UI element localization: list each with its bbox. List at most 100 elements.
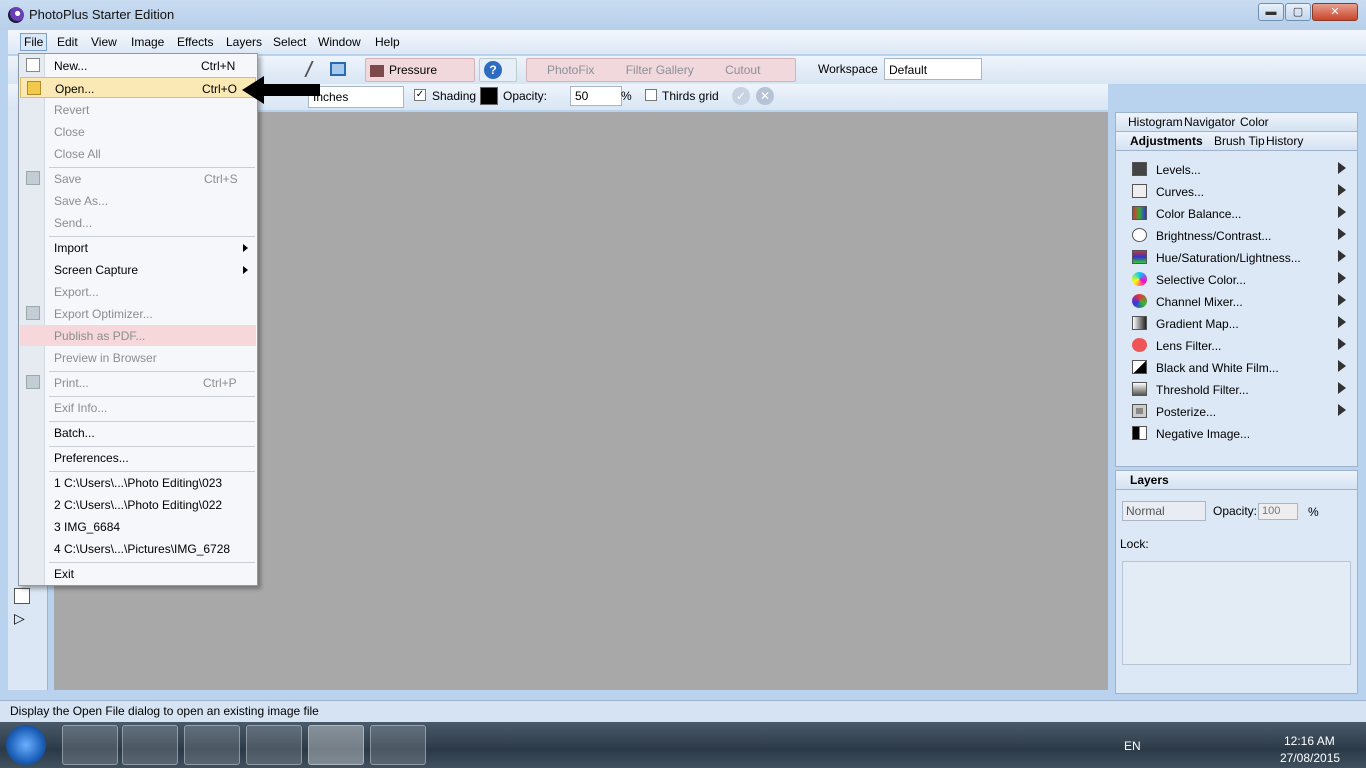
tab-navigator[interactable]: Navigator (1184, 115, 1235, 129)
pressure-studio-button[interactable]: Pressure Studio (365, 58, 475, 99)
menu-item-open[interactable]: Open... Ctrl+O (20, 77, 256, 98)
menu-help[interactable]: Help (372, 34, 403, 50)
close-window-button[interactable]: ✕ (1312, 3, 1358, 21)
menu-item-revert[interactable]: Revert (20, 99, 256, 120)
menu-item-send[interactable]: Send... (20, 212, 256, 233)
menu-image[interactable]: Image (128, 34, 167, 50)
clock-date[interactable]: 27/08/2015 (1280, 751, 1340, 765)
shading-color-swatch[interactable] (480, 87, 498, 105)
shading-checkbox[interactable]: ✓ (414, 89, 426, 101)
menu-view[interactable]: View (88, 34, 120, 50)
add-adjustment-arrow-icon[interactable] (1338, 162, 1346, 174)
add-adjustment-arrow-icon[interactable] (1338, 250, 1346, 262)
menu-item-exif-info[interactable]: Exif Info... (20, 397, 256, 418)
units-select[interactable]: Inches (308, 86, 404, 108)
adjustment-brightness-contrast[interactable]: Brightness/Contrast... (1122, 225, 1350, 247)
menu-select[interactable]: Select (270, 34, 309, 50)
menu-item-save[interactable]: Save Ctrl+S (20, 168, 256, 189)
cancel-icon[interactable]: ✕ (756, 87, 774, 105)
photofix-button[interactable]: PhotoFix (547, 63, 594, 77)
adjustment-threshold[interactable]: Threshold Filter... (1122, 379, 1350, 401)
menu-item-new[interactable]: New... Ctrl+N (20, 55, 256, 76)
maximize-button[interactable]: ▢ (1285, 3, 1311, 21)
menu-window[interactable]: Window (315, 34, 364, 50)
help-button[interactable]: ? (479, 58, 517, 82)
add-adjustment-arrow-icon[interactable] (1338, 294, 1346, 306)
menu-item-exit[interactable]: Exit (20, 563, 256, 584)
explorer-taskbar-button[interactable] (62, 725, 118, 765)
tab-layers[interactable]: Layers (1130, 473, 1169, 487)
selection-arrow-icon[interactable] (330, 62, 346, 76)
menu-effects[interactable]: Effects (174, 34, 216, 50)
menu-item-screen-capture[interactable]: Screen Capture (20, 259, 256, 280)
minimize-button[interactable]: ▬ (1258, 3, 1284, 21)
adjustment-selective-color[interactable]: Selective Color... (1122, 269, 1350, 291)
recent-file-3[interactable]: 3 IMG_6684 (20, 516, 256, 537)
add-adjustment-arrow-icon[interactable] (1338, 272, 1346, 284)
menu-item-batch[interactable]: Batch... (20, 422, 256, 443)
menu-item-import[interactable]: Import (20, 237, 256, 258)
menu-item-preview-browser[interactable]: Preview in Browser (20, 347, 256, 368)
tab-adjustments[interactable]: Adjustments (1130, 134, 1203, 148)
adjustment-curves[interactable]: Curves... (1122, 181, 1350, 203)
language-indicator[interactable]: EN (1124, 739, 1141, 753)
chrome-taskbar-button[interactable] (184, 725, 240, 765)
layer-opacity-input[interactable]: 100 (1258, 503, 1298, 520)
menu-edit[interactable]: Edit (54, 34, 81, 50)
add-adjustment-arrow-icon[interactable] (1338, 228, 1346, 240)
clock-time[interactable]: 12:16 AM (1284, 734, 1335, 748)
adjustment-lens-filter[interactable]: Lens Filter... (1122, 335, 1350, 357)
adjustment-hue-saturation[interactable]: Hue/Saturation/Lightness... (1122, 247, 1350, 269)
open-folder-icon (27, 81, 41, 95)
add-adjustment-arrow-icon[interactable] (1338, 316, 1346, 328)
menu-item-export-optimizer[interactable]: Export Optimizer... (20, 303, 256, 324)
paint-taskbar-button[interactable] (370, 725, 426, 765)
media-player-taskbar-button[interactable] (122, 725, 178, 765)
pointer-tool-icon[interactable]: ▷ (14, 610, 30, 626)
pen-icon[interactable] (304, 61, 326, 77)
add-adjustment-arrow-icon[interactable] (1338, 382, 1346, 394)
menu-item-save-as[interactable]: Save As... (20, 190, 256, 211)
menu-file[interactable]: File (20, 33, 48, 51)
menu-item-export[interactable]: Export... (20, 281, 256, 302)
rectangle-shape-icon[interactable] (14, 588, 30, 604)
tab-history[interactable]: History (1266, 134, 1303, 148)
menu-item-close[interactable]: Close (20, 121, 256, 142)
menu-item-preferences[interactable]: Preferences... (20, 447, 256, 468)
photoplus-taskbar-button[interactable] (308, 725, 364, 765)
adjustment-color-balance[interactable]: Color Balance... (1122, 203, 1350, 225)
add-adjustment-arrow-icon[interactable] (1338, 404, 1346, 416)
menu-item-publish-pdf[interactable]: Publish as PDF... (20, 325, 256, 346)
commit-icon[interactable]: ✓ (732, 87, 750, 105)
tab-color[interactable]: Color (1240, 115, 1269, 129)
menu-item-print[interactable]: Print... Ctrl+P (20, 372, 256, 393)
tab-histogram[interactable]: Histogram (1128, 115, 1183, 129)
recent-file-1[interactable]: 1 C:\Users\...\Photo Editing\023 (20, 472, 256, 493)
adjustment-black-white-film[interactable]: Black and White Film... (1122, 357, 1350, 379)
start-button[interactable] (6, 725, 46, 765)
add-adjustment-arrow-icon[interactable] (1338, 184, 1346, 196)
add-adjustment-arrow-icon[interactable] (1338, 206, 1346, 218)
recent-file-4[interactable]: 4 C:\Users\...\Pictures\IMG_6728 (20, 538, 256, 559)
adjustment-levels[interactable]: Levels... (1122, 159, 1350, 181)
ie-taskbar-button[interactable] (246, 725, 302, 765)
blend-mode-select[interactable]: Normal (1122, 501, 1206, 521)
adjustment-gradient-map[interactable]: Gradient Map... (1122, 313, 1350, 335)
layers-panel: Layers Normal Opacity: 100 % Lock: (1115, 470, 1358, 694)
filter-gallery-button[interactable]: Filter Gallery (626, 63, 694, 77)
layers-list[interactable] (1122, 561, 1351, 665)
thirds-grid-checkbox[interactable] (645, 89, 657, 101)
adjustment-posterize[interactable]: Posterize... (1122, 401, 1350, 423)
workspace-select[interactable]: Default (884, 58, 982, 80)
tab-brush-tip[interactable]: Brush Tip (1214, 134, 1265, 148)
opacity-input[interactable]: 50 (570, 86, 622, 106)
adjustment-channel-mixer[interactable]: Channel Mixer... (1122, 291, 1350, 313)
curves-icon (1132, 184, 1147, 198)
color-balance-icon (1132, 206, 1147, 220)
menu-item-close-all[interactable]: Close All (20, 143, 256, 164)
menu-layers[interactable]: Layers (223, 34, 265, 50)
recent-file-2[interactable]: 2 C:\Users\...\Photo Editing\022 (20, 494, 256, 515)
add-adjustment-arrow-icon[interactable] (1338, 360, 1346, 372)
add-adjustment-arrow-icon[interactable] (1338, 338, 1346, 350)
adjustment-negative[interactable]: Negative Image... (1122, 423, 1350, 445)
